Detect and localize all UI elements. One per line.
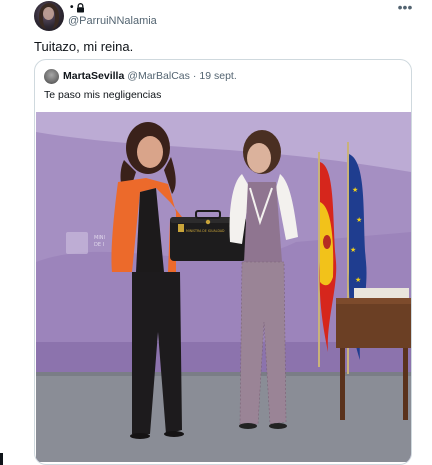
lock-icon bbox=[76, 3, 85, 13]
photo-image: MINI DE I ★ ★ ★ ★ MINISTRA DE IGUALDAD bbox=[36, 112, 411, 462]
svg-text:DE I: DE I bbox=[94, 242, 104, 248]
quote-date[interactable]: 19 sept. bbox=[199, 70, 236, 82]
svg-text:★: ★ bbox=[356, 216, 362, 224]
svg-text:★: ★ bbox=[350, 246, 356, 254]
quote-text: Te paso mis negligencias bbox=[44, 89, 162, 101]
svg-text:★: ★ bbox=[355, 276, 361, 284]
quote-separator: · bbox=[192, 70, 197, 82]
author-name[interactable]: • bbox=[70, 3, 74, 13]
more-icon[interactable]: ••• bbox=[396, 0, 414, 15]
edge-marker bbox=[0, 453, 3, 465]
quote-author-name[interactable]: MartaSevilla bbox=[63, 70, 124, 82]
quoted-tweet[interactable]: MartaSevilla @MarBalCas · 19 sept. Te pa… bbox=[34, 59, 412, 465]
author-name-row[interactable]: • bbox=[70, 2, 85, 14]
quote-author-handle: @MarBalCas bbox=[127, 70, 190, 82]
author-handle[interactable]: @ParruiNNalamia bbox=[68, 15, 157, 27]
svg-text:★: ★ bbox=[352, 186, 358, 194]
tweet[interactable]: • @ParruiNNalamia ••• Tuitazo, mi reina.… bbox=[0, 0, 432, 465]
avatar-face bbox=[43, 7, 54, 20]
quote-photo[interactable]: MINI DE I ★ ★ ★ ★ MINISTRA DE IGUALDAD bbox=[36, 112, 411, 462]
briefcase-label: MINISTRA DE IGUALDAD bbox=[186, 229, 225, 233]
tweet-text: Tuitazo, mi reina. bbox=[34, 39, 134, 54]
quote-author-avatar[interactable] bbox=[44, 69, 59, 84]
quote-header: MartaSevilla @MarBalCas · 19 sept. bbox=[63, 70, 237, 82]
svg-text:MINI: MINI bbox=[94, 235, 105, 241]
author-avatar[interactable] bbox=[34, 1, 64, 31]
